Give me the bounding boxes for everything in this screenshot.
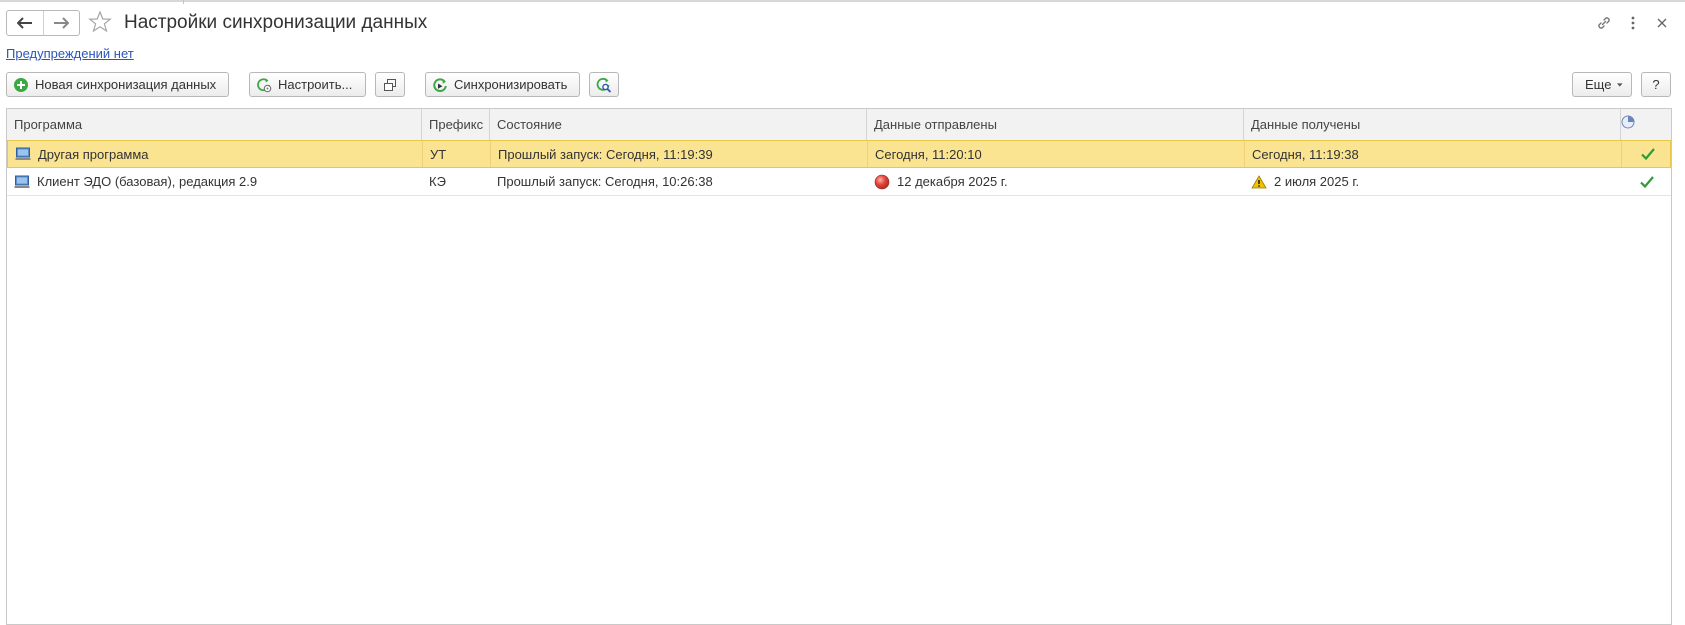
synchronize-button[interactable]: Синхронизировать <box>425 72 580 97</box>
data-sent-value: 12 декабря 2025 г. <box>897 174 1008 189</box>
synchronize-label: Синхронизировать <box>454 77 568 92</box>
column-header-program[interactable]: Программа <box>7 109 422 140</box>
warning-triangle-icon <box>1251 174 1267 188</box>
cell-status <box>1622 141 1671 167</box>
help-label: ? <box>1652 77 1660 92</box>
computer-icon <box>14 175 30 188</box>
window-top-border-notch <box>183 0 184 4</box>
dropdown-arrow-icon <box>1617 82 1623 87</box>
sync-icon <box>432 77 448 93</box>
plus-circle-icon <box>13 77 29 93</box>
window-top-border <box>0 0 1685 2</box>
navigation-buttons <box>6 10 80 36</box>
column-header-data-received[interactable]: Данные получены <box>1244 109 1621 140</box>
computer-icon <box>15 147 31 160</box>
warnings-link[interactable]: Предупреждений нет <box>6 46 134 61</box>
checkmark-icon <box>1640 175 1654 188</box>
open-in-window-button[interactable] <box>375 72 405 97</box>
close-icon[interactable] <box>1651 12 1673 34</box>
link-icon[interactable] <box>1593 12 1615 34</box>
sync-search-icon <box>596 77 612 93</box>
configure-button[interactable]: Настроить... <box>249 72 366 97</box>
page-title: Настройки синхронизации данных <box>124 12 428 33</box>
sync-monitor-button[interactable] <box>589 72 619 97</box>
column-header-status[interactable] <box>1621 109 1671 140</box>
new-sync-label: Новая синхронизация данных <box>35 77 217 92</box>
program-name: Другая программа <box>38 146 149 162</box>
more-label: Еще <box>1585 77 1612 92</box>
cell-data-sent: 12 декабря 2025 г. <box>867 168 1244 195</box>
forward-button[interactable] <box>42 11 80 35</box>
cell-program: Другая программа <box>8 141 423 167</box>
more-button[interactable]: Еще <box>1572 72 1632 97</box>
table-row[interactable]: Клиент ЭДО (базовая), редакция 2.9 КЭ Пр… <box>7 168 1671 196</box>
configure-label: Настроить... <box>278 77 353 92</box>
column-header-data-sent[interactable]: Данные отправлены <box>867 109 1244 140</box>
new-sync-button[interactable]: Новая синхронизация данных <box>6 72 229 97</box>
checkmark-icon <box>1641 148 1655 160</box>
back-button[interactable] <box>7 11 43 35</box>
data-received-value: 2 июля 2025 г. <box>1274 174 1360 189</box>
cell-data-received: Сегодня, 11:19:38 <box>1245 141 1622 167</box>
cell-state: Прошлый запуск: Сегодня, 11:19:39 <box>491 141 868 167</box>
table-row[interactable]: Другая программа УТ Прошлый запуск: Сего… <box>7 140 1671 168</box>
sync-settings-icon <box>256 77 272 93</box>
arrow-left-icon <box>16 17 32 29</box>
cell-program: Клиент ЭДО (базовая), редакция 2.9 <box>7 168 422 195</box>
cell-prefix: КЭ <box>429 174 446 189</box>
status-column-icon <box>1621 115 1635 129</box>
sync-settings-table[interactable]: Программа Префикс Состояние Данные отпра… <box>6 108 1672 625</box>
arrow-right-icon <box>54 17 70 29</box>
more-vertical-icon[interactable] <box>1622 12 1644 34</box>
cell-state: Прошлый запуск: Сегодня, 10:26:38 <box>497 174 713 189</box>
red-circle-error-icon <box>874 174 890 189</box>
cell-data-sent: Сегодня, 11:20:10 <box>868 141 1245 167</box>
cell-prefix: УТ <box>423 141 491 167</box>
open-window-icon <box>384 78 396 91</box>
cell-status <box>1621 168 1671 195</box>
favorite-star-icon[interactable] <box>88 10 112 34</box>
column-header-prefix[interactable]: Префикс <box>422 109 490 140</box>
cell-data-received: 2 июля 2025 г. <box>1244 168 1621 195</box>
column-header-state[interactable]: Состояние <box>490 109 867 140</box>
program-name: Клиент ЭДО (базовая), редакция 2.9 <box>37 174 258 189</box>
table-header: Программа Префикс Состояние Данные отпра… <box>7 109 1671 141</box>
help-button[interactable]: ? <box>1641 72 1671 97</box>
